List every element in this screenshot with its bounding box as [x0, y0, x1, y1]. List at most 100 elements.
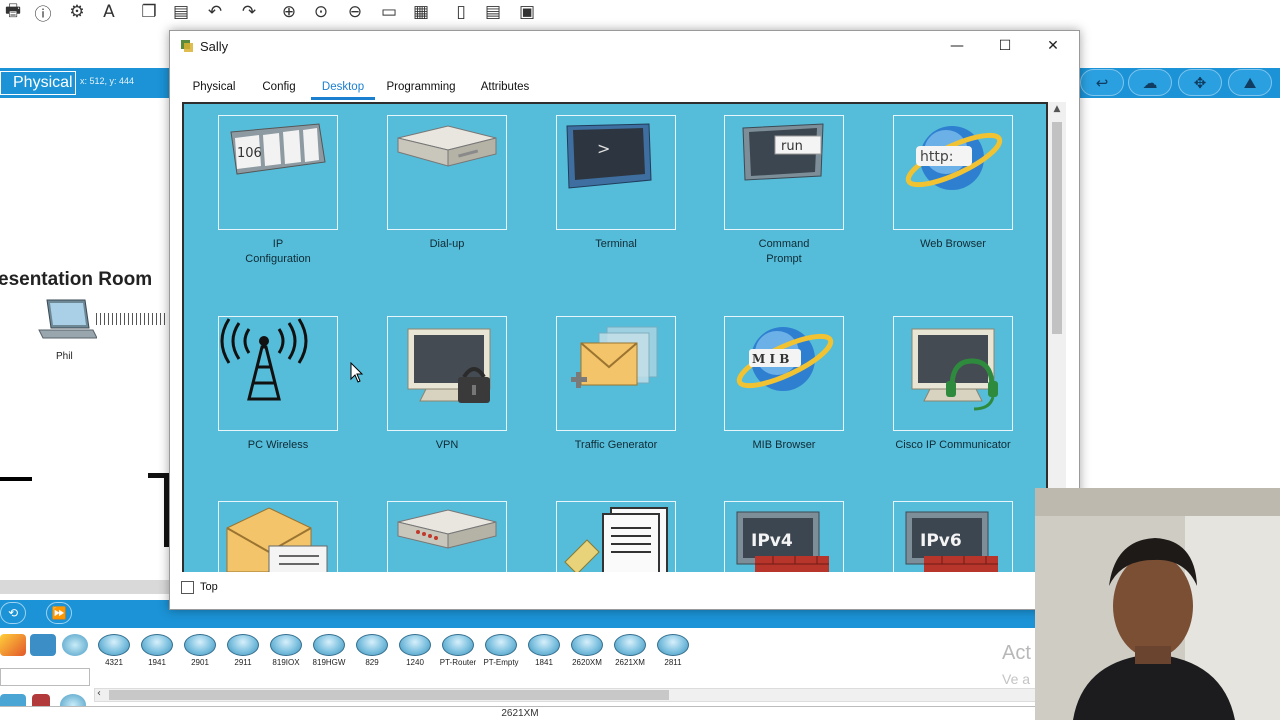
- tab-config[interactable]: Config: [249, 78, 309, 100]
- reset-time-icon[interactable]: ⟲: [0, 602, 26, 624]
- zoom-out-icon[interactable]: ⊖: [342, 0, 368, 24]
- connections-category-icon[interactable]: [0, 634, 26, 656]
- ip-config-icon: 106: [230, 123, 326, 175]
- rectangle-icon[interactable]: ▭: [376, 0, 402, 24]
- svg-text:IPv4: IPv4: [751, 531, 793, 551]
- app-tile[interactable]: IPv4: [724, 501, 844, 572]
- app-tile[interactable]: >: [556, 115, 676, 230]
- app-tile[interactable]: http:: [893, 115, 1013, 230]
- device-2621xm[interactable]: 2621XM: [612, 632, 648, 670]
- print-icon[interactable]: 🖶: [0, 0, 26, 24]
- undo-icon[interactable]: ↶: [202, 0, 228, 24]
- device-pt-empty[interactable]: PT-Empty: [483, 632, 519, 670]
- ipv6-firewall-icon: IPv6: [905, 511, 998, 572]
- mouse-cursor-icon: [350, 362, 364, 383]
- device-1941[interactable]: 1941: [139, 632, 175, 670]
- email-icon: [226, 507, 328, 572]
- device-819hgw[interactable]: 819HGW: [311, 632, 347, 670]
- tab-attributes[interactable]: Attributes: [469, 78, 541, 100]
- device-2620xm[interactable]: 2620XM: [569, 632, 605, 670]
- minimize-button[interactable]: —: [934, 31, 980, 61]
- cloud-icon[interactable]: ☁: [1128, 69, 1172, 96]
- router-icon: [614, 634, 646, 656]
- app-label: Dial-up: [429, 238, 465, 250]
- app-tile[interactable]: [218, 316, 338, 431]
- tab-programming[interactable]: Programming: [379, 78, 463, 100]
- zoom-in-icon[interactable]: ⊕: [276, 0, 302, 24]
- app-tile[interactable]: [387, 316, 507, 431]
- app-tile[interactable]: [218, 501, 338, 572]
- back-icon[interactable]: ↩: [1080, 69, 1124, 96]
- terminal-icon: >: [566, 123, 652, 189]
- device-2911[interactable]: 2911: [225, 632, 261, 670]
- status-bar: 2621XM: [0, 706, 1040, 720]
- app-tile[interactable]: [556, 316, 676, 431]
- device-pt-router[interactable]: PT-Router: [440, 632, 476, 670]
- ip-communicator-icon: [911, 328, 998, 411]
- app-tile[interactable]: [556, 501, 676, 572]
- move-icon[interactable]: ✥: [1178, 69, 1222, 96]
- info-icon[interactable]: ⓘ: [30, 0, 56, 25]
- pppoe-dialer-icon: [397, 509, 497, 549]
- router-icon: [98, 634, 130, 656]
- device-1240[interactable]: 1240: [397, 632, 433, 670]
- mib-browser-icon: M I B: [736, 327, 834, 391]
- app-tile[interactable]: [387, 501, 507, 572]
- app-tile[interactable]: IPv6: [893, 501, 1013, 572]
- network-devices-category-icon[interactable]: [62, 634, 88, 656]
- router-icon: [141, 634, 173, 656]
- router-icon: [227, 634, 259, 656]
- app-tile[interactable]: [387, 115, 507, 230]
- text-icon[interactable]: A: [96, 0, 122, 24]
- redo-icon[interactable]: ↷: [236, 0, 262, 24]
- device-2901[interactable]: 2901: [182, 632, 218, 670]
- laptop-icon[interactable]: [37, 298, 97, 346]
- app-tile[interactable]: [893, 316, 1013, 431]
- copy-icon[interactable]: ❐: [136, 0, 162, 24]
- device-2811[interactable]: 2811: [655, 632, 691, 670]
- scrollbar-thumb[interactable]: [109, 690, 669, 700]
- svg-text:IPv6: IPv6: [920, 531, 962, 551]
- app-label-line2: Prompt: [766, 253, 802, 265]
- canvas-scrollbar[interactable]: [0, 580, 170, 594]
- paste-icon[interactable]: ▤: [168, 0, 194, 24]
- cursor-coordinates: x: 512, y: 444: [80, 76, 135, 86]
- zoom-reset-icon[interactable]: ⊙: [308, 0, 334, 24]
- device-scrollbar[interactable]: ‹: [94, 688, 1038, 702]
- physical-mode-label[interactable]: Physical: [0, 71, 76, 95]
- category-filter[interactable]: [0, 668, 90, 686]
- app-tile[interactable]: 106: [218, 115, 338, 230]
- close-button[interactable]: ✕: [1030, 31, 1076, 61]
- image-icon[interactable]: ▣: [514, 0, 540, 24]
- router-icon: [657, 634, 689, 656]
- app-label: IP: [272, 238, 284, 250]
- app-tile[interactable]: run: [724, 115, 844, 230]
- fast-forward-icon[interactable]: ⏩: [46, 602, 72, 624]
- tab-desktop[interactable]: Desktop: [311, 78, 375, 100]
- vpn-lock-icon: [407, 328, 491, 403]
- title-bar[interactable]: Sally — ☐ ✕: [170, 31, 1079, 63]
- network-icon[interactable]: ▤: [480, 0, 506, 24]
- notes-icon[interactable]: ▯: [448, 0, 474, 24]
- scroll-up-icon[interactable]: ▲: [1048, 104, 1066, 118]
- end-devices-category-icon[interactable]: [30, 634, 56, 656]
- landscape-icon[interactable]: ⛰: [1228, 69, 1272, 96]
- device-829[interactable]: 829: [354, 632, 390, 670]
- desktop-panel: 106 IP Configuration Dial-up > Terminal …: [182, 102, 1048, 572]
- device-819iox[interactable]: 819IOX: [268, 632, 304, 670]
- top-checkbox[interactable]: [181, 581, 194, 594]
- scroll-left-icon[interactable]: ‹: [97, 688, 101, 699]
- app-label: Terminal: [595, 238, 637, 250]
- app-label: PC Wireless: [247, 439, 309, 451]
- web-browser-icon: http:: [905, 126, 1003, 190]
- tab-physical[interactable]: Physical: [181, 78, 247, 100]
- app-tile[interactable]: M I B: [724, 316, 844, 431]
- device-4321[interactable]: 4321: [96, 632, 132, 670]
- app-label: VPN: [435, 439, 459, 451]
- maximize-button[interactable]: ☐: [982, 31, 1028, 61]
- device-1841[interactable]: 1841: [526, 632, 562, 670]
- wizard-icon[interactable]: ⚙: [64, 0, 90, 24]
- palette-icon[interactable]: ▦: [408, 0, 434, 24]
- device-name-label: Phil: [56, 351, 73, 362]
- scrollbar-thumb[interactable]: [1052, 122, 1062, 334]
